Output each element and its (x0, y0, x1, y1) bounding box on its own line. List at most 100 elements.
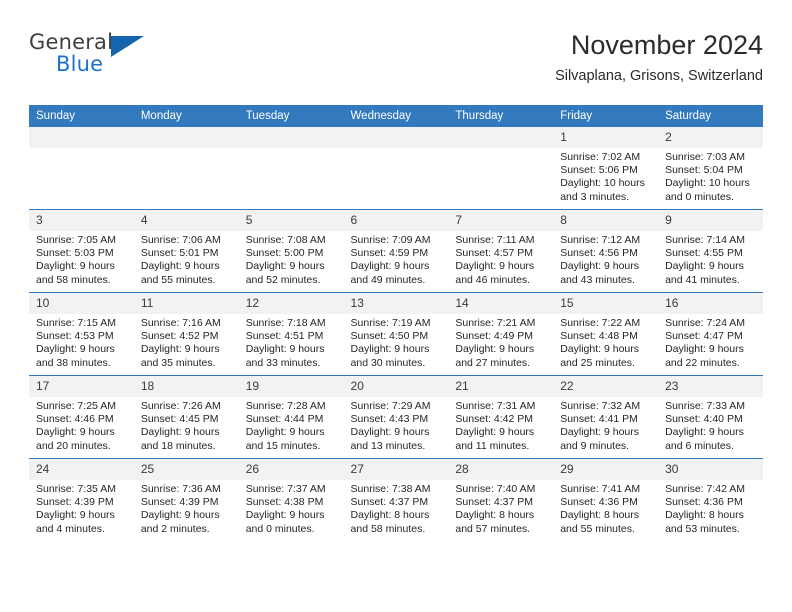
calendar-week-row: 1 Sunrise: 7:02 AM Sunset: 5:06 PM Daylight… (29, 127, 763, 210)
calendar-day-cell[interactable]: 19 Sunrise: 7:28 AM Sunset: 4:44 PM Dayligh… (238, 375, 344, 459)
daylight-text: Daylight: 9 hours and 15 minutes. (245, 426, 325, 452)
day-details: Sunrise: 7:40 AM Sunset: 4:37 PM Daylight:… (448, 480, 553, 536)
calendar-day-cell-empty (238, 127, 344, 210)
calendar-day-cell[interactable]: 22 Sunrise: 7:32 AM Sunset: 4:41 PM Dayligh… (553, 375, 659, 459)
day-details: Sunrise: 7:29 AM Sunset: 4:43 PM Daylight:… (344, 397, 449, 453)
day-number (343, 127, 449, 148)
sunset-text: Sunset: 5:00 PM (245, 247, 324, 260)
day-details: Sunrise: 7:32 AM Sunset: 4:41 PM Daylight:… (553, 397, 658, 453)
calendar-day-cell[interactable]: 17 Sunrise: 7:25 AM Sunset: 4:46 PM Dayligh… (29, 375, 134, 459)
calendar-week-row: 3 Sunrise: 7:05 AM Sunset: 5:03 PM Daylight… (29, 209, 763, 293)
sunset-text: Sunset: 4:48 PM (560, 330, 638, 343)
weekday-header-saturday: Saturday (658, 105, 763, 127)
sunrise-text: Sunrise: 7:22 AM (560, 317, 641, 329)
sunset-text: Sunset: 4:37 PM (350, 496, 429, 509)
calendar-day-cell[interactable]: 2 Sunrise: 7:03 AM Sunset: 5:04 PM Daylight… (658, 127, 763, 210)
weekday-header-monday: Monday (133, 105, 239, 127)
sunrise-text: Sunrise: 7:06 AM (140, 234, 221, 246)
day-number: 22 (553, 376, 659, 397)
weekday-header-tuesday: Tuesday (238, 105, 344, 127)
sunrise-text: Sunrise: 7:02 AM (560, 151, 641, 163)
day-number: 18 (133, 376, 239, 397)
calendar-day-cell[interactable]: 21 Sunrise: 7:31 AM Sunset: 4:42 PM Dayligh… (448, 375, 554, 459)
calendar-day-cell[interactable]: 12 Sunrise: 7:18 AM Sunset: 4:51 PM Dayligh… (238, 292, 344, 376)
day-number: 8 (553, 210, 659, 231)
daylight-text: Daylight: 9 hours and 55 minutes. (140, 260, 220, 286)
day-details: Sunrise: 7:16 AM Sunset: 4:52 PM Daylight:… (134, 314, 239, 370)
calendar-day-cell-empty (448, 127, 554, 210)
sunset-text: Sunset: 4:49 PM (455, 330, 534, 343)
sunset-text: Sunset: 4:36 PM (665, 496, 743, 509)
day-details: Sunrise: 7:12 AM Sunset: 4:56 PM Daylight:… (553, 231, 658, 287)
sunset-text: Sunset: 4:57 PM (455, 247, 534, 260)
calendar-week-row: 24 Sunrise: 7:35 AM Sunset: 4:39 PM Dayligh… (29, 458, 763, 541)
sunrise-text: Sunrise: 7:33 AM (665, 400, 746, 412)
calendar-day-cell[interactable]: 30 Sunrise: 7:42 AM Sunset: 4:36 PM Dayligh… (658, 458, 763, 541)
day-number (29, 127, 134, 148)
day-number: 16 (658, 293, 763, 314)
daylight-text: Daylight: 9 hours and 25 minutes. (560, 343, 640, 369)
day-number: 2 (658, 127, 763, 148)
calendar-day-cell[interactable]: 4 Sunrise: 7:06 AM Sunset: 5:01 PM Daylight… (133, 209, 239, 293)
day-number: 3 (29, 210, 134, 231)
calendar-day-cell[interactable]: 5 Sunrise: 7:08 AM Sunset: 5:00 PM Daylight… (238, 209, 344, 293)
calendar-day-cell[interactable]: 8 Sunrise: 7:12 AM Sunset: 4:56 PM Daylight… (553, 209, 659, 293)
daylight-text: Daylight: 9 hours and 43 minutes. (560, 260, 640, 286)
calendar-day-cell[interactable]: 18 Sunrise: 7:26 AM Sunset: 4:45 PM Dayligh… (133, 375, 239, 459)
calendar-day-cell[interactable]: 28 Sunrise: 7:40 AM Sunset: 4:37 PM Dayligh… (448, 458, 554, 541)
day-details: Sunrise: 7:15 AM Sunset: 4:53 PM Daylight:… (29, 314, 134, 370)
day-details: Sunrise: 7:41 AM Sunset: 4:36 PM Daylight:… (553, 480, 658, 536)
calendar-day-cell[interactable]: 15 Sunrise: 7:22 AM Sunset: 4:48 PM Dayligh… (553, 292, 659, 376)
calendar-day-cell[interactable]: 7 Sunrise: 7:11 AM Sunset: 4:57 PM Daylight… (448, 209, 554, 293)
day-number: 7 (448, 210, 554, 231)
general-blue-logo[interactable]: General Blue (29, 30, 209, 86)
daylight-text: Daylight: 8 hours and 57 minutes. (455, 509, 535, 535)
day-details: Sunrise: 7:06 AM Sunset: 5:01 PM Daylight:… (134, 231, 239, 287)
calendar-day-cell[interactable]: 14 Sunrise: 7:21 AM Sunset: 4:49 PM Dayligh… (448, 292, 554, 376)
day-number: 4 (133, 210, 239, 231)
sunset-text: Sunset: 4:59 PM (350, 247, 429, 260)
daylight-text: Daylight: 9 hours and 0 minutes. (245, 509, 325, 535)
calendar-day-cell[interactable]: 27 Sunrise: 7:38 AM Sunset: 4:37 PM Dayligh… (343, 458, 449, 541)
weekday-header-thursday: Thursday (448, 105, 554, 127)
sunrise-text: Sunrise: 7:03 AM (665, 151, 746, 163)
calendar-day-cell[interactable]: 24 Sunrise: 7:35 AM Sunset: 4:39 PM Dayligh… (29, 458, 134, 541)
day-number: 10 (29, 293, 134, 314)
daylight-text: Daylight: 9 hours and 11 minutes. (455, 426, 535, 452)
day-number: 21 (448, 376, 554, 397)
calendar-page: General Blue November 2024 Silvaplana, G… (0, 0, 792, 612)
calendar-day-cell[interactable]: 29 Sunrise: 7:41 AM Sunset: 4:36 PM Dayligh… (553, 458, 659, 541)
day-number: 17 (29, 376, 134, 397)
sunrise-text: Sunrise: 7:19 AM (350, 317, 431, 329)
day-number: 27 (343, 459, 449, 480)
sunset-text: Sunset: 4:39 PM (140, 496, 219, 509)
calendar-day-cell[interactable]: 10 Sunrise: 7:15 AM Sunset: 4:53 PM Dayligh… (29, 292, 134, 376)
weekday-header-row: Sunday Monday Tuesday Wednesday Thursday Frid… (29, 105, 763, 127)
sunrise-text: Sunrise: 7:26 AM (140, 400, 221, 412)
calendar-week-row: 17 Sunrise: 7:25 AM Sunset: 4:46 PM Dayligh… (29, 375, 763, 459)
calendar-day-cell[interactable]: 25 Sunrise: 7:36 AM Sunset: 4:39 PM Dayligh… (133, 458, 239, 541)
day-details: Sunrise: 7:21 AM Sunset: 4:49 PM Daylight:… (448, 314, 553, 370)
calendar-day-cell[interactable]: 9 Sunrise: 7:14 AM Sunset: 4:55 PM Daylight… (658, 209, 763, 293)
calendar-day-cell[interactable]: 13 Sunrise: 7:19 AM Sunset: 4:50 PM Dayligh… (343, 292, 449, 376)
weekday-header-wednesday: Wednesday (343, 105, 449, 127)
calendar-day-cell[interactable]: 3 Sunrise: 7:05 AM Sunset: 5:03 PM Daylight… (29, 209, 134, 293)
daylight-text: Daylight: 10 hours and 0 minutes. (665, 177, 750, 203)
day-number (238, 127, 344, 148)
calendar-day-cell[interactable]: 23 Sunrise: 7:33 AM Sunset: 4:40 PM Dayligh… (658, 375, 763, 459)
calendar-day-cell[interactable]: 6 Sunrise: 7:09 AM Sunset: 4:59 PM Daylight… (343, 209, 449, 293)
calendar-day-cell[interactable]: 26 Sunrise: 7:37 AM Sunset: 4:38 PM Dayligh… (238, 458, 344, 541)
day-details: Sunrise: 7:11 AM Sunset: 4:57 PM Daylight:… (448, 231, 553, 287)
calendar-day-cell[interactable]: 1 Sunrise: 7:02 AM Sunset: 5:06 PM Daylight… (553, 127, 659, 210)
sunset-text: Sunset: 4:43 PM (350, 413, 429, 426)
calendar-day-cell[interactable]: 11 Sunrise: 7:16 AM Sunset: 4:52 PM Dayligh… (133, 292, 239, 376)
calendar-day-cell[interactable]: 20 Sunrise: 7:29 AM Sunset: 4:43 PM Dayligh… (343, 375, 449, 459)
sunset-text: Sunset: 4:52 PM (140, 330, 219, 343)
daylight-text: Daylight: 9 hours and 41 minutes. (665, 260, 744, 286)
sunrise-text: Sunrise: 7:15 AM (36, 317, 116, 329)
day-details: Sunrise: 7:37 AM Sunset: 4:38 PM Daylight:… (239, 480, 344, 536)
sunset-text: Sunset: 4:45 PM (140, 413, 219, 426)
day-number: 13 (343, 293, 449, 314)
sunrise-text: Sunrise: 7:32 AM (560, 400, 641, 412)
calendar-day-cell[interactable]: 16 Sunrise: 7:24 AM Sunset: 4:47 PM Dayligh… (658, 292, 763, 376)
